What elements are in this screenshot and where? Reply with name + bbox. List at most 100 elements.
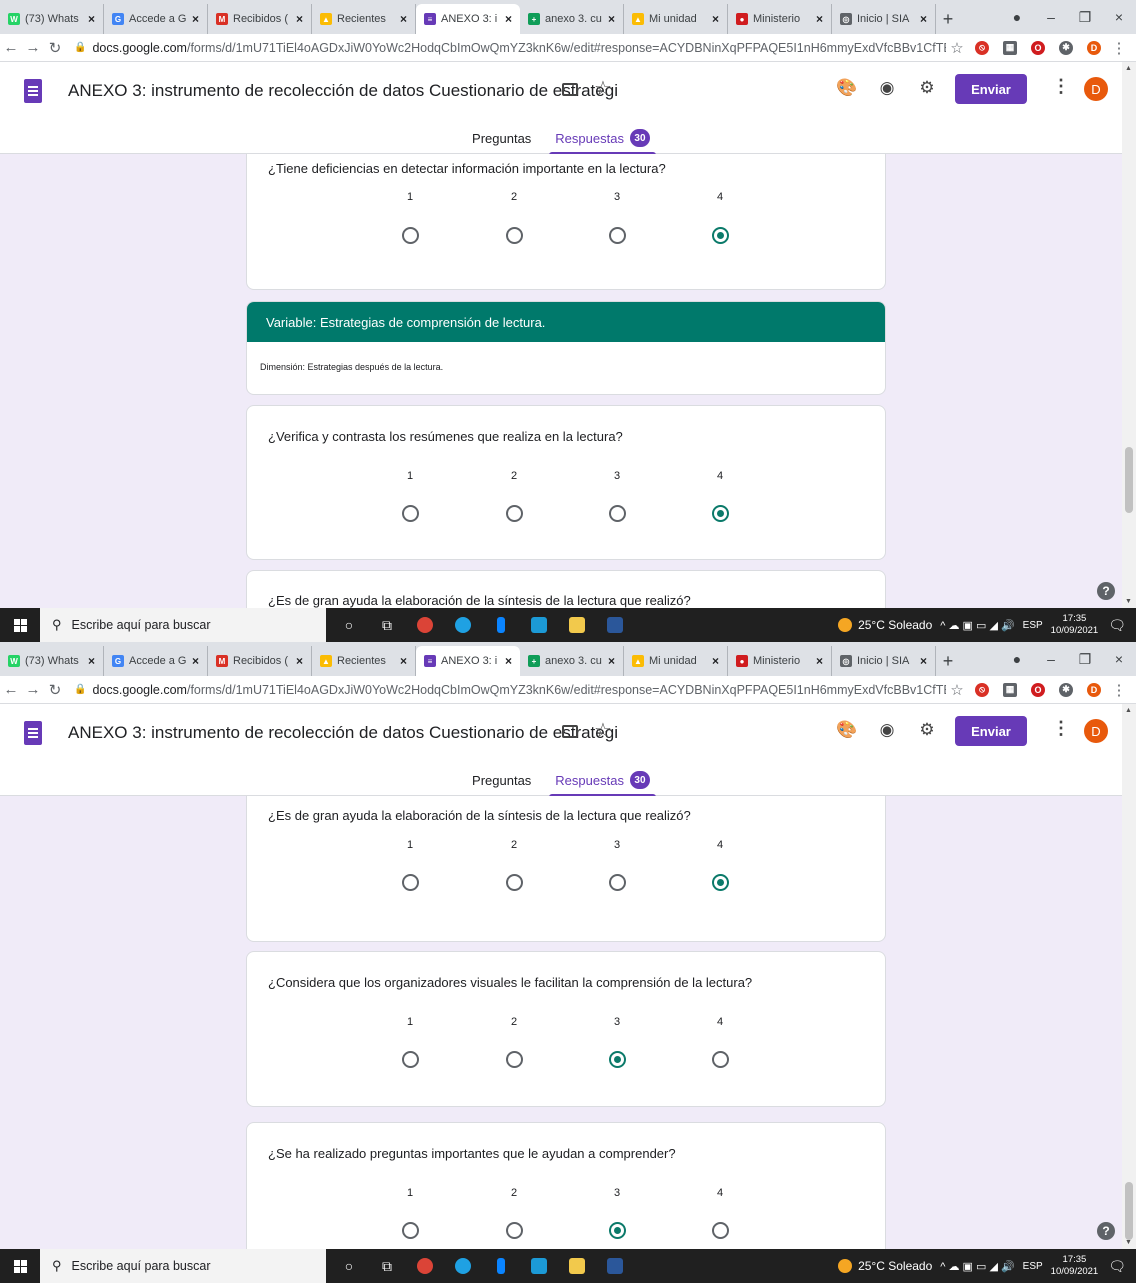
google-forms-icon[interactable] — [24, 721, 42, 745]
radio-option-3[interactable] — [609, 505, 626, 522]
opera-icon[interactable]: O — [1031, 682, 1045, 697]
close-icon[interactable]: × — [608, 12, 615, 26]
browser-menu-icon[interactable]: ⋮ — [1108, 39, 1130, 57]
task-view-icon[interactable]: ⧉ — [372, 1249, 402, 1283]
clock[interactable]: 17:35 10/09/2021 — [1051, 1254, 1099, 1278]
minimize-icon[interactable]: – — [1034, 651, 1068, 667]
scroll-down-icon[interactable]: ▼ — [1125, 1239, 1132, 1246]
google-forms-icon[interactable] — [24, 79, 42, 103]
scrollbar-thumb[interactable] — [1125, 1182, 1133, 1240]
close-icon[interactable]: × — [88, 654, 95, 668]
radio-option-2[interactable] — [506, 505, 523, 522]
browser-tab[interactable]: W (73) Whats × — [0, 4, 104, 34]
radio-option-1[interactable] — [402, 1222, 419, 1239]
browser-tab[interactable]: + anexo 3. cu × — [520, 646, 624, 676]
scroll-down-icon[interactable]: ▼ — [1125, 598, 1132, 605]
tray-icons[interactable]: ^ ☁ ▣ ▭ ◢ 🔊 — [940, 619, 1014, 632]
close-icon[interactable]: × — [296, 12, 303, 26]
weather-text[interactable]: 25°C Soleado — [858, 1259, 932, 1273]
app-icon[interactable] — [486, 1249, 516, 1283]
radio-option-3[interactable] — [609, 874, 626, 891]
forward-icon[interactable]: → — [22, 39, 44, 56]
radio-option-3[interactable] — [609, 1051, 626, 1068]
radio-option-2[interactable] — [506, 1051, 523, 1068]
close-window-icon[interactable]: × — [1102, 9, 1136, 25]
radio-option-1[interactable] — [402, 1051, 419, 1068]
radio-option-2[interactable] — [506, 1222, 523, 1239]
taskbar-search[interactable]: ⚲ Escribe aquí para buscar — [40, 1249, 326, 1283]
reload-icon[interactable]: ↻ — [44, 681, 66, 699]
close-icon[interactable]: × — [712, 654, 719, 668]
url-field[interactable]: 🔒 docs.google.com/forms/d/1mU71TiEl4oAGDx… — [74, 683, 946, 697]
close-icon[interactable]: × — [505, 12, 512, 26]
language-indicator[interactable]: ESP — [1023, 1261, 1043, 1272]
close-icon[interactable]: × — [920, 12, 927, 26]
chrome-icon[interactable] — [410, 1249, 440, 1283]
close-window-icon[interactable]: × — [1102, 651, 1136, 667]
browser-tab[interactable]: G Accede a G × — [104, 646, 208, 676]
browser-tab-active[interactable]: ≡ ANEXO 3: i × — [416, 4, 520, 34]
close-icon[interactable]: × — [816, 654, 823, 668]
reload-icon[interactable]: ↻ — [44, 39, 66, 57]
close-icon[interactable]: × — [400, 12, 407, 26]
cortana-icon[interactable]: ○ — [334, 1249, 364, 1283]
radio-option-1[interactable] — [402, 227, 419, 244]
radio-option-2[interactable] — [506, 874, 523, 891]
avatar[interactable]: D — [1084, 77, 1108, 101]
gear-icon[interactable]: ⚙ — [916, 720, 938, 742]
radio-option-4[interactable] — [712, 1222, 729, 1239]
browser-tab[interactable]: ▲ Mi unidad × — [624, 4, 728, 34]
windows-start-icon[interactable] — [0, 608, 40, 642]
tab-responses[interactable]: Respuestas 30 — [549, 122, 656, 155]
help-icon[interactable]: ? — [1097, 582, 1115, 600]
close-icon[interactable]: × — [192, 654, 199, 668]
language-indicator[interactable]: ESP — [1023, 620, 1043, 631]
gear-icon[interactable]: ⚙ — [916, 78, 938, 100]
avatar[interactable]: D — [1084, 719, 1108, 743]
star-icon[interactable]: ☆ — [594, 76, 612, 101]
tab-responses[interactable]: Respuestas 30 — [549, 764, 656, 797]
tab-questions[interactable]: Preguntas — [466, 122, 537, 154]
cortana-icon[interactable]: ○ — [334, 608, 364, 642]
taskbar-search[interactable]: ⚲ Escribe aquí para buscar — [40, 608, 326, 642]
radio-option-3[interactable] — [609, 1222, 626, 1239]
more-options-icon[interactable]: ⋮ — [1052, 718, 1070, 739]
edge-icon[interactable] — [448, 608, 478, 642]
browser-tab[interactable]: ▲ Recientes × — [312, 646, 416, 676]
folder-icon[interactable] — [562, 83, 578, 96]
help-icon[interactable]: ? — [1097, 1222, 1115, 1240]
scroll-up-icon[interactable]: ▲ — [1125, 707, 1132, 714]
form-title[interactable]: ANEXO 3: instrumento de recolección de d… — [68, 81, 618, 101]
weather-text[interactable]: 25°C Soleado — [858, 618, 932, 632]
extension-icon[interactable]: ▦ — [1003, 40, 1017, 55]
extension-icon[interactable]: ⦸ — [975, 40, 989, 55]
notification-icon[interactable]: 🗨 — [1108, 1258, 1126, 1275]
new-tab-button[interactable]: + — [936, 646, 960, 676]
word-icon[interactable] — [600, 608, 630, 642]
edge-icon[interactable] — [448, 1249, 478, 1283]
radio-option-1[interactable] — [402, 874, 419, 891]
close-icon[interactable]: × — [608, 654, 615, 668]
close-icon[interactable]: × — [816, 12, 823, 26]
profile-avatar[interactable]: D — [1087, 40, 1101, 55]
profile-dot-icon[interactable]: ● — [1000, 9, 1034, 25]
puzzle-icon[interactable]: ✱ — [1059, 682, 1073, 697]
file-explorer-icon[interactable] — [562, 608, 592, 642]
back-icon[interactable]: ← — [0, 681, 22, 698]
send-button[interactable]: Enviar — [955, 74, 1027, 104]
close-icon[interactable]: × — [400, 654, 407, 668]
preview-eye-icon[interactable]: ◉ — [876, 720, 898, 742]
extension-icon[interactable]: ⦸ — [975, 682, 989, 697]
radio-option-4[interactable] — [712, 874, 729, 891]
app-l-icon[interactable] — [524, 608, 554, 642]
star-icon[interactable]: ☆ — [594, 718, 612, 743]
radio-option-3[interactable] — [609, 227, 626, 244]
bookmark-star-icon[interactable]: ☆ — [946, 39, 968, 57]
clock[interactable]: 17:35 10/09/2021 — [1051, 613, 1099, 637]
browser-tab[interactable]: ● Ministerio × — [728, 646, 832, 676]
profile-dot-icon[interactable]: ● — [1000, 651, 1034, 667]
minimize-icon[interactable]: – — [1034, 9, 1068, 25]
page-scrollbar[interactable]: ▲ ▼ — [1122, 62, 1136, 608]
preview-eye-icon[interactable]: ◉ — [876, 78, 898, 100]
opera-icon[interactable]: O — [1031, 40, 1045, 55]
